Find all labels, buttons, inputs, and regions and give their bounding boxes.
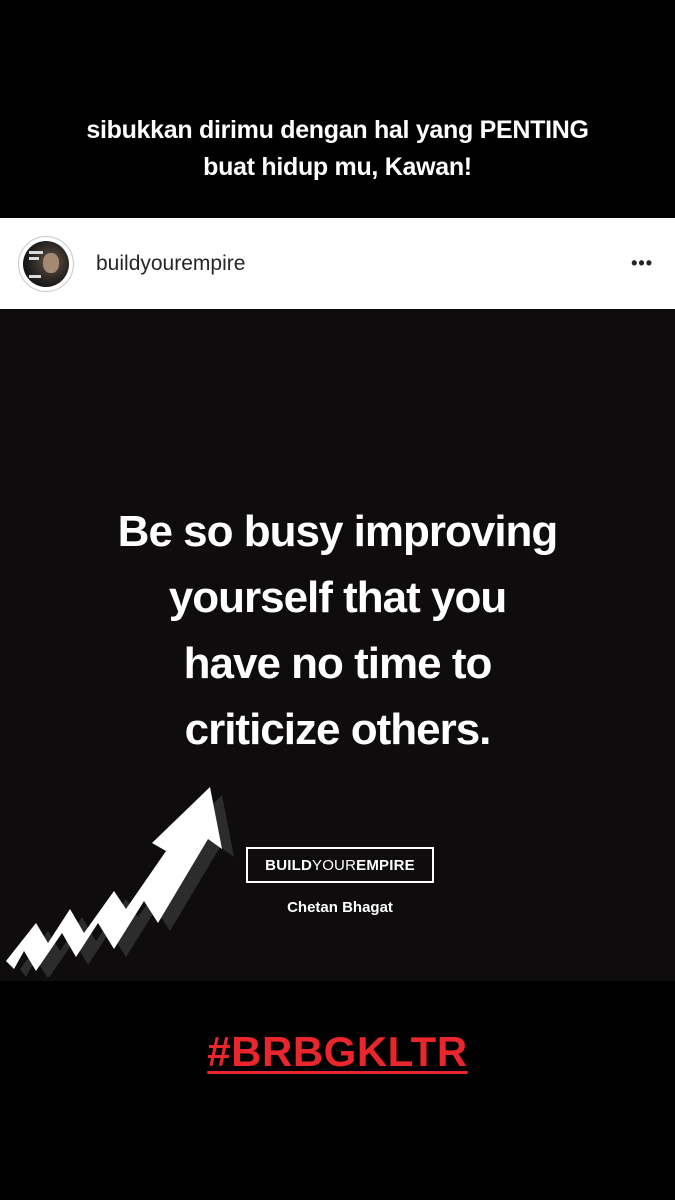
post-image: Be so busy improving yourself that you h… — [0, 309, 675, 981]
quote-line: criticize others. — [184, 705, 492, 754]
post-header: buildyourempire ••• — [0, 218, 675, 309]
rising-zigzag-arrow-icon — [6, 787, 234, 977]
quote-text: Be so busy improving yourself that you h… — [0, 499, 675, 763]
brand-logo-part: YOUR — [311, 856, 357, 874]
brand-logo-part: EMPIRE — [356, 856, 415, 874]
story-caption: sibukkan dirimu dengan hal yang PENTING … — [0, 0, 675, 218]
username-link[interactable]: buildyourempire — [96, 252, 627, 276]
brand-logo-part: BUILD — [265, 856, 312, 874]
quote-line: Be so busy improving — [117, 507, 559, 556]
brand-logo: BUILD YOUR EMPIRE — [246, 847, 434, 883]
story-caption-line-1: sibukkan dirimu dengan hal yang PENTING — [86, 116, 589, 144]
quote-line: yourself that you — [168, 573, 508, 622]
hashtag-label: #BRBGKLTR — [207, 1028, 468, 1075]
quote-line: have no time to — [183, 639, 493, 688]
more-options-icon[interactable]: ••• — [627, 253, 657, 274]
quote-author: Chetan Bhagat — [287, 899, 393, 916]
story-caption-line-2: buat hidup mu, Kawan! — [203, 153, 472, 181]
avatar[interactable] — [18, 235, 74, 292]
avatar-image — [23, 240, 69, 287]
hashtag-text[interactable]: #BRBGKLTR — [0, 1028, 675, 1076]
